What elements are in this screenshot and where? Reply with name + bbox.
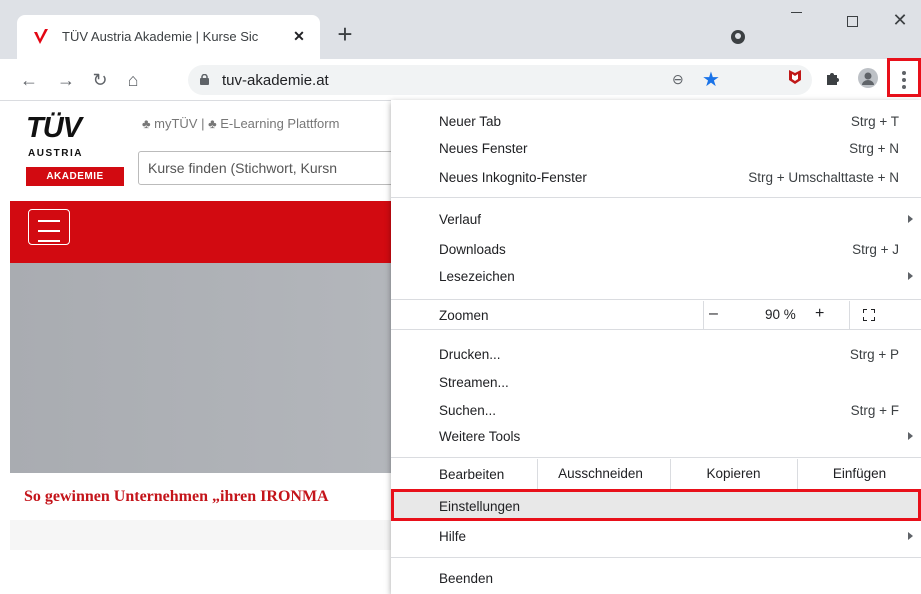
submenu-arrow-icon bbox=[908, 272, 913, 280]
new-tab-button[interactable]: + bbox=[335, 21, 355, 47]
menu-item-help[interactable]: Hilfe bbox=[391, 524, 921, 550]
menu-label: Verlauf bbox=[439, 212, 482, 227]
zoom-label: Zoomen bbox=[439, 308, 489, 323]
address-bar[interactable]: tuv-akademie.at ⊖ ★ bbox=[188, 65, 812, 95]
tuv-favicon-icon bbox=[34, 29, 48, 44]
menu-item-exit[interactable]: Beenden bbox=[391, 566, 921, 592]
menu-label: Einstellungen bbox=[439, 499, 521, 514]
menu-item-history[interactable]: Verlauf bbox=[391, 207, 921, 233]
menu-shortcut: Strg + Umschalttaste + N bbox=[748, 170, 899, 185]
logo-sub-text: AUSTRIA bbox=[28, 148, 83, 159]
logo-badge: AKADEMIE bbox=[26, 167, 124, 186]
lock-icon bbox=[200, 74, 209, 85]
cut-button[interactable]: Ausschneiden bbox=[537, 459, 663, 489]
menu-item-new-tab[interactable]: Neuer Tab Strg + T bbox=[391, 109, 921, 135]
menu-shortcut: Strg + J bbox=[852, 242, 899, 257]
zoom-out-button[interactable]: – bbox=[709, 305, 718, 323]
menu-shortcut: Strg + F bbox=[850, 403, 899, 418]
menu-item-cast[interactable]: Streamen... bbox=[391, 370, 921, 396]
paste-button[interactable]: Einfügen bbox=[797, 459, 921, 489]
close-window-button[interactable]: ✕ bbox=[880, 10, 920, 34]
browser-toolbar: ← → ↻ ⌂ tuv-akademie.at ⊖ ★ bbox=[0, 58, 921, 101]
browser-tab[interactable]: TÜV Austria Akademie | Kurse Sic ✕ bbox=[17, 15, 320, 59]
submenu-arrow-icon bbox=[908, 215, 913, 223]
article-headline[interactable]: So gewinnen Unternehmen „ihren IRONMA bbox=[24, 488, 329, 506]
zoom-in-button[interactable]: + bbox=[815, 305, 824, 323]
tab-strip: TÜV Austria Akademie | Kurse Sic ✕ + ✕ bbox=[0, 0, 921, 59]
menu-separator bbox=[391, 557, 921, 558]
menu-item-more-tools[interactable]: Weitere Tools bbox=[391, 424, 921, 450]
menu-item-print[interactable]: Drucken... Strg + P bbox=[391, 342, 921, 368]
menu-shortcut: Strg + P bbox=[849, 347, 899, 362]
minimize-button[interactable] bbox=[776, 10, 816, 34]
menu-label: Lesezeichen bbox=[439, 269, 515, 284]
menu-zoom-row: Zoomen – 90 % + bbox=[391, 301, 921, 329]
course-search-input[interactable]: Kurse finden (Stichwort, Kursn bbox=[138, 151, 400, 185]
menu-item-new-window[interactable]: Neues Fenster Strg + N bbox=[391, 136, 921, 162]
menu-label: Neues Inkognito-Fenster bbox=[439, 170, 587, 185]
zoom-value: 90 % bbox=[765, 307, 796, 322]
url-text: tuv-akademie.at bbox=[222, 72, 329, 89]
menu-item-settings[interactable]: Einstellungen bbox=[391, 489, 921, 521]
menu-separator bbox=[391, 457, 921, 458]
logo-main-text: TÜV bbox=[26, 112, 82, 144]
forward-icon[interactable]: → bbox=[55, 69, 77, 91]
page-left-edge bbox=[0, 102, 10, 594]
menu-item-find[interactable]: Suchen... Strg + F bbox=[391, 398, 921, 424]
menu-label: Suchen... bbox=[439, 403, 497, 418]
menu-label: Hilfe bbox=[439, 529, 467, 544]
fullscreen-icon[interactable] bbox=[863, 309, 875, 321]
copy-button[interactable]: Kopieren bbox=[670, 459, 796, 489]
reload-icon[interactable]: ↻ bbox=[89, 69, 111, 91]
back-icon[interactable]: ← bbox=[18, 69, 40, 91]
menu-label: Drucken... bbox=[439, 347, 501, 362]
menu-label: Weitere Tools bbox=[439, 429, 521, 444]
tab-close-icon[interactable]: ✕ bbox=[289, 26, 309, 46]
menu-shortcut: Strg + T bbox=[850, 114, 899, 129]
extensions-icon[interactable] bbox=[825, 69, 841, 85]
menu-edit-row: Bearbeiten Ausschneiden Kopieren Einfüge… bbox=[391, 459, 921, 489]
edit-label: Bearbeiten bbox=[439, 467, 505, 482]
menu-label: Downloads bbox=[439, 242, 506, 257]
menu-label: Neues Fenster bbox=[439, 141, 528, 156]
menu-separator bbox=[391, 197, 921, 198]
menu-item-downloads[interactable]: Downloads Strg + J bbox=[391, 237, 921, 263]
kebab-menu-icon[interactable] bbox=[899, 69, 909, 91]
submenu-arrow-icon bbox=[908, 532, 913, 540]
star-icon[interactable]: ★ bbox=[702, 67, 720, 92]
menu-label: Neuer Tab bbox=[439, 114, 502, 129]
mcafee-icon[interactable] bbox=[788, 69, 802, 85]
menu-label: Streamen... bbox=[439, 375, 509, 390]
menu-label: Beenden bbox=[439, 571, 494, 586]
home-icon[interactable]: ⌂ bbox=[122, 69, 144, 91]
menu-shortcut: Strg + N bbox=[849, 141, 899, 156]
submenu-arrow-icon bbox=[908, 432, 913, 440]
chrome-main-menu: Neuer Tab Strg + T Neues Fenster Strg + … bbox=[391, 100, 921, 594]
fullscreen-cell bbox=[849, 301, 921, 329]
tab-search-icon[interactable] bbox=[731, 30, 745, 44]
zoom-control bbox=[703, 301, 819, 329]
tuv-logo[interactable]: TÜV AUSTRIA AKADEMIE bbox=[26, 112, 124, 190]
menu-separator bbox=[391, 299, 921, 300]
menu-item-bookmarks[interactable]: Lesezeichen bbox=[391, 264, 921, 290]
maximize-button[interactable] bbox=[832, 10, 872, 34]
profile-icon[interactable] bbox=[858, 68, 878, 88]
zoom-icon[interactable]: ⊖ bbox=[672, 71, 684, 88]
menu-item-incognito[interactable]: Neues Inkognito-Fenster Strg + Umschaltt… bbox=[391, 165, 921, 191]
tab-title: TÜV Austria Akademie | Kurse Sic bbox=[62, 29, 259, 44]
hamburger-menu-icon[interactable] bbox=[28, 209, 70, 245]
top-links[interactable]: ♣ myTÜV | ♣ E-Learning Plattform bbox=[142, 116, 339, 131]
menu-separator bbox=[391, 329, 921, 330]
